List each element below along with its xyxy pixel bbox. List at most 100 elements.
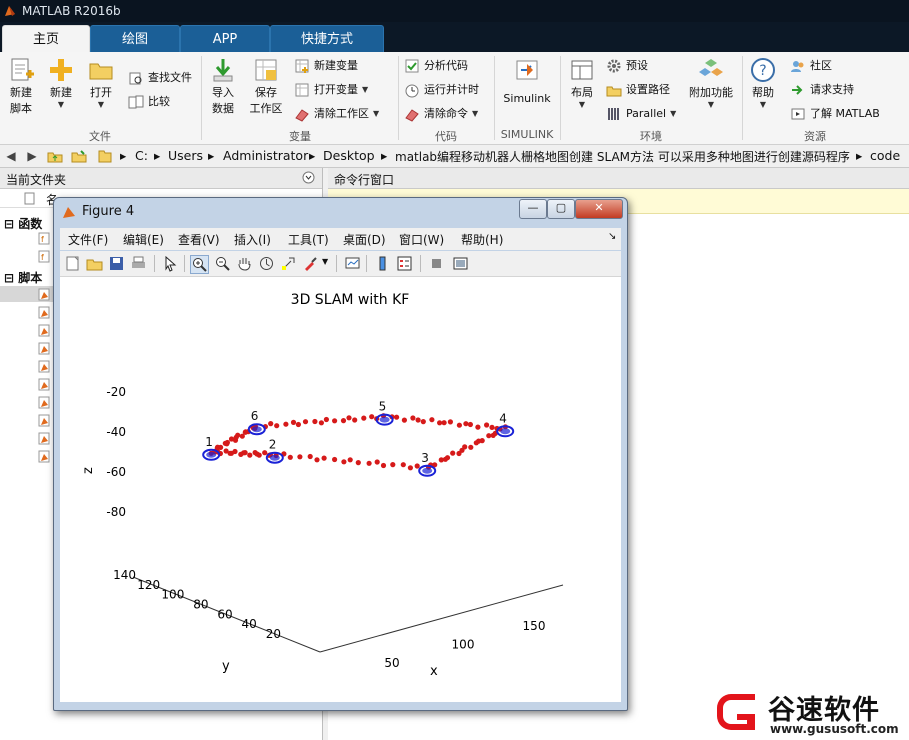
trajectory-point (361, 415, 367, 421)
panel-menu-icon[interactable] (302, 171, 315, 184)
pan-hand-icon[interactable] (236, 255, 253, 272)
path-segment[interactable]: Desktop (323, 148, 375, 163)
script-file-icon[interactable] (38, 414, 50, 427)
show-plot-tools-icon[interactable] (452, 255, 469, 272)
script-file-icon[interactable] (38, 342, 50, 355)
import-data-button[interactable]: 导入 数据 (206, 56, 240, 116)
link-plot-icon[interactable] (344, 255, 361, 272)
trajectory-point (429, 417, 435, 423)
zoom-in-icon[interactable] (190, 255, 209, 274)
community-icon (791, 61, 804, 72)
script-file-icon[interactable] (38, 306, 50, 319)
back-arrow-icon[interactable]: ◀ (3, 148, 19, 164)
brush-icon[interactable] (302, 255, 319, 272)
simulink-button[interactable]: Simulink (500, 56, 554, 105)
new-variable-button[interactable]: 新建变量 (294, 56, 358, 76)
path-segment[interactable]: code (870, 148, 900, 163)
open-variable-icon (295, 83, 309, 97)
open-button[interactable]: 打开 ▼ (84, 56, 118, 109)
landmark-marker (379, 416, 390, 423)
trajectory-point (239, 433, 245, 439)
save-workspace-button[interactable]: 保存 工作区 (246, 56, 286, 116)
root-folder-icon[interactable] (97, 148, 113, 164)
section-functions[interactable]: ⊟ 函数 (4, 215, 42, 232)
script-file-icon[interactable] (38, 378, 50, 391)
brush-dropdown-icon[interactable]: ▼ (322, 257, 328, 266)
path-separator-icon: ▸ (208, 148, 215, 163)
script-file-icon[interactable] (38, 396, 50, 409)
print-icon[interactable] (130, 255, 147, 272)
minimize-button[interactable]: — (519, 199, 547, 219)
path-segment[interactable]: C: (135, 148, 148, 163)
layout-button[interactable]: 布局 ▼ (565, 56, 599, 109)
script-file-icon[interactable] (38, 288, 50, 301)
figure-window[interactable]: Figure 4 — ▢ ✕ 文件(F) 编辑(E) 查看(V) 插入(I) 工… (53, 197, 628, 711)
preferences-button[interactable]: 预设 (606, 56, 648, 76)
script-file-icon[interactable] (38, 432, 50, 445)
path-segment[interactable]: matlab编程移动机器人栅格地图创建 SLAM方法 可以采用多种地图进行创建源… (395, 148, 850, 165)
colorbar-icon[interactable] (374, 255, 391, 272)
ribbon: 新建 脚本 新建 ▼ 打开 ▼ 查找文件 比较 文件 导入 数据 保存 工作区 … (0, 52, 909, 145)
new-script-button[interactable]: 新建 脚本 (4, 56, 38, 116)
figure-canvas[interactable]: 3D SLAM with KF -20 -40 -60 -80 20 40 60 80 100 1… (60, 277, 621, 702)
menu-help[interactable]: 帮助(H) (461, 231, 503, 248)
function-file-icon[interactable]: f (38, 250, 50, 263)
new-figure-icon[interactable] (64, 255, 81, 272)
menu-edit[interactable]: 编辑(E) (123, 231, 164, 248)
learn-matlab-button[interactable]: 了解 MATLAB (790, 104, 880, 124)
clear-workspace-button[interactable]: 清除工作区 ▼ (294, 104, 379, 124)
open-variable-button[interactable]: 打开变量 ▼ (294, 80, 368, 100)
help-button[interactable]: ? 帮助 ▼ (748, 56, 778, 109)
command-window-header: 命令行窗口 (328, 168, 909, 189)
tab-shortcuts[interactable]: 快捷方式 (270, 25, 384, 53)
menu-view[interactable]: 查看(V) (178, 231, 220, 248)
clear-commands-button[interactable]: 清除命令 ▼ (404, 104, 478, 124)
menu-window[interactable]: 窗口(W) (399, 231, 444, 248)
addons-button[interactable]: 附加功能 ▼ (686, 56, 736, 109)
analyze-code-button[interactable]: 分析代码 (404, 56, 468, 76)
path-segment[interactable]: Users (168, 148, 203, 163)
menu-file[interactable]: 文件(F) (68, 231, 108, 248)
parallel-button[interactable]: Parallel ▼ (606, 104, 676, 124)
ribbon-tabs: 主页 绘图 APP 快捷方式 (0, 22, 909, 53)
maximize-button[interactable]: ▢ (547, 199, 575, 219)
tab-apps[interactable]: APP (180, 25, 270, 53)
close-button[interactable]: ✕ (575, 199, 623, 219)
set-path-button[interactable]: 设置路径 (606, 80, 670, 100)
function-file-icon[interactable]: f (38, 232, 50, 245)
zoom-out-icon[interactable] (214, 255, 231, 272)
script-file-icon[interactable] (38, 360, 50, 373)
slam-3d-plot[interactable]: 3D SLAM with KF -20-40-60-80204060801001… (60, 277, 621, 702)
compare-button[interactable]: 比较 (128, 92, 170, 112)
path-segment[interactable]: Administrator (223, 148, 308, 163)
rotate-3d-icon[interactable] (258, 255, 275, 272)
menu-dock-icon[interactable]: ↘ (608, 231, 616, 242)
y-tick-label: 80 (193, 598, 208, 612)
script-file-icon[interactable] (38, 450, 50, 463)
tab-plots[interactable]: 绘图 (90, 25, 180, 53)
menu-insert[interactable]: 插入(I) (234, 231, 271, 248)
menu-tools[interactable]: 工具(T) (288, 231, 329, 248)
y-tick-label: 60 (217, 607, 232, 621)
tab-home[interactable]: 主页 (2, 25, 90, 53)
save-icon[interactable] (108, 255, 125, 272)
community-button[interactable]: 社区 (790, 56, 832, 76)
import-label-1: 导入 (212, 86, 234, 99)
learn-matlab-icon (791, 108, 805, 120)
open-file-icon[interactable] (86, 255, 103, 272)
section-scripts[interactable]: ⊟ 脚本 (4, 269, 42, 286)
data-cursor-icon[interactable] (280, 255, 297, 272)
run-and-time-button[interactable]: 运行并计时 (404, 80, 479, 100)
new-button[interactable]: 新建 ▼ (44, 56, 78, 109)
forward-arrow-icon[interactable]: ▶ (24, 148, 40, 164)
up-folder-icon[interactable] (47, 148, 63, 164)
find-files-button[interactable]: 查找文件 (128, 68, 192, 88)
trajectory-point (256, 452, 262, 458)
menu-desktop[interactable]: 桌面(D) (343, 231, 386, 248)
pointer-icon[interactable] (162, 255, 179, 272)
request-support-button[interactable]: 请求支持 (790, 80, 854, 100)
script-file-icon[interactable] (38, 324, 50, 337)
browse-folder-icon[interactable] (71, 148, 87, 164)
hide-plot-tools-icon[interactable] (428, 255, 445, 272)
legend-icon[interactable] (396, 255, 413, 272)
